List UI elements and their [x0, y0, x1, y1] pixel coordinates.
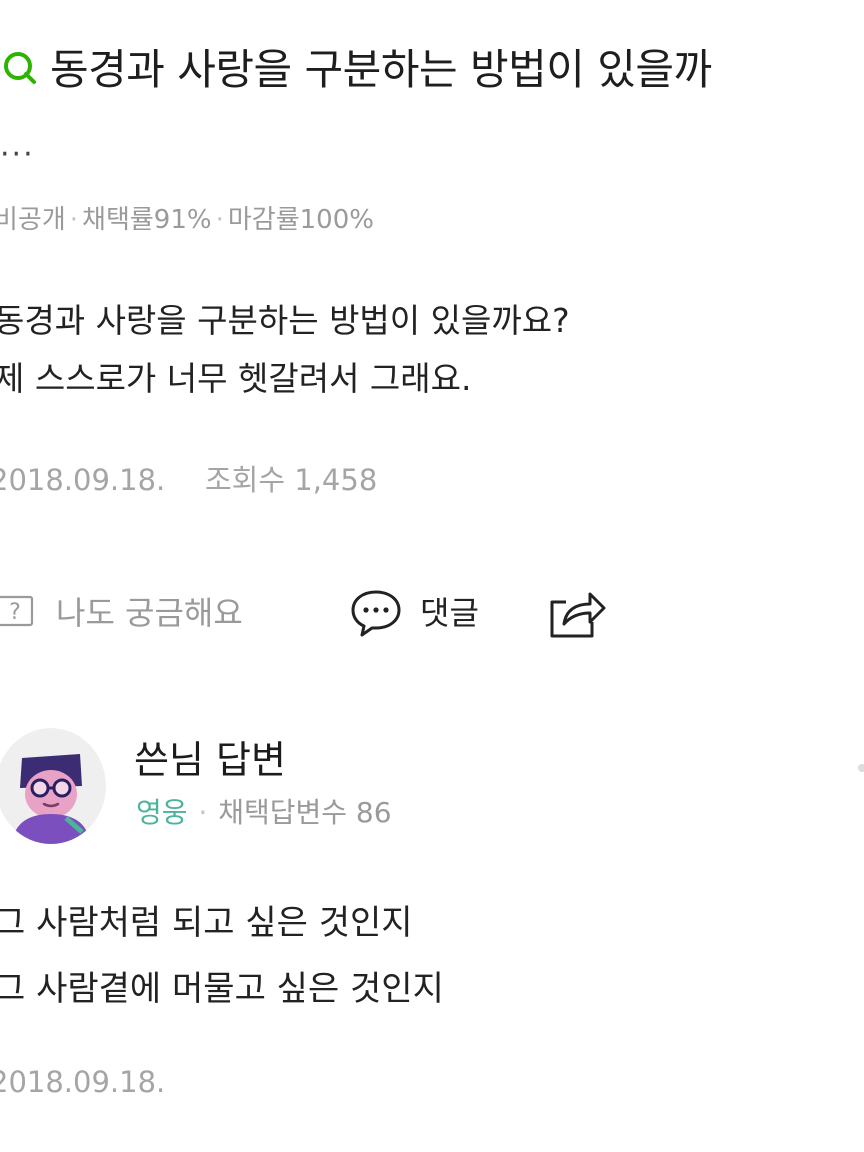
question-date: 2018.09.18. [0, 463, 166, 497]
question-body-line: 제 스스로가 너무 헷갈려서 그래요. [0, 359, 472, 398]
answer-meta: 영웅 · 채택답변수 86 [136, 796, 392, 829]
adopted-answer-count: 채택답변수 86 [218, 796, 392, 829]
rank-badge: 영웅 [136, 796, 188, 829]
comment-bubble-icon[interactable] [348, 586, 404, 640]
question-meta: 비공개 · 채택률91% · 마감률100% [0, 200, 374, 240]
visibility-label: 비공개 [0, 205, 66, 235]
search-q-icon [0, 48, 40, 88]
question-body-line: 동경과 사랑을 구분하는 방법이 있을까요? [0, 301, 570, 340]
question-body: 동경과 사랑을 구분하는 방법이 있을까요? 제 스스로가 너무 헷갈려서 그래… [0, 292, 570, 408]
share-icon[interactable] [546, 584, 608, 642]
answer-body-line: 그 사람곁에 머물고 싶은 것인지 [0, 969, 444, 1009]
answer-date: 2018.09.18. [0, 1065, 166, 1099]
title-ellipsis: ··· [0, 137, 35, 172]
svg-text:?: ? [9, 600, 21, 625]
more-indicator [858, 764, 864, 772]
answer-body: 그 사람처럼 되고 싶은 것인지 그 사람곁에 머물고 싶은 것인지 [0, 890, 444, 1022]
view-count: 조회수 1,458 [205, 463, 378, 497]
question-box-icon[interactable]: ? [0, 592, 38, 632]
closing-rate: 마감률100% [227, 205, 374, 235]
answer-author[interactable]: 쓴님 답변 [134, 734, 286, 786]
adoption-rate: 채택률91% [82, 205, 212, 235]
avatar[interactable] [0, 728, 106, 844]
comment-button[interactable]: 댓글 [420, 592, 479, 634]
me-too-curious-button[interactable]: 나도 궁금해요 [56, 592, 243, 634]
answer-body-line: 그 사람처럼 되고 싶은 것인지 [0, 903, 413, 943]
question-title: 동경과 사랑을 구분하는 방법이 있을까 [50, 45, 712, 94]
